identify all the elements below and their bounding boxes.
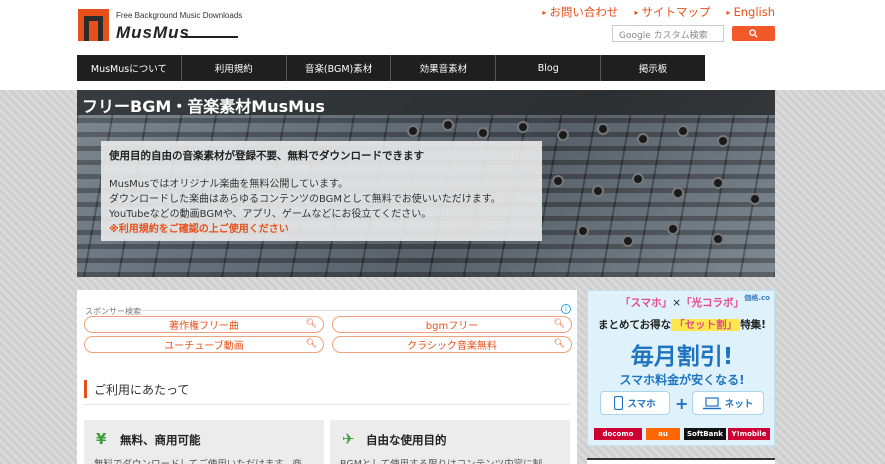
search-icon bbox=[749, 29, 758, 38]
search-button[interactable] bbox=[732, 26, 775, 41]
sitemap-link[interactable]: ▸ サイトマップ bbox=[634, 4, 710, 20]
nav-blog[interactable]: Blog bbox=[496, 55, 602, 81]
site-header: Free Background Music Downloads MusMus ▸… bbox=[0, 0, 885, 90]
sponsor-search-pill[interactable]: bgmフリー 🔍︎ bbox=[332, 316, 572, 333]
logo-tagline: Free Background Music Downloads bbox=[116, 11, 243, 20]
feature-desc: BGMとして使用する限りはコンテンツ内容に制 bbox=[340, 456, 542, 464]
hero-headline: 使用目的自由の音楽素材が登録不要、無料でダウンロードできます bbox=[109, 150, 424, 162]
caret-right-icon: ▸ bbox=[726, 7, 731, 17]
smartphone-icon bbox=[614, 396, 624, 410]
search-icon: 🔍︎ bbox=[305, 339, 317, 349]
nav-board[interactable]: 掲示板 bbox=[601, 55, 705, 81]
hero-title-bar: フリーBGM・音楽素材MusMus bbox=[77, 90, 775, 116]
nav-music[interactable]: 音楽(BGM)素材 bbox=[287, 55, 392, 81]
nav-terms[interactable]: 利用規約 bbox=[182, 55, 287, 81]
ad-plus: + bbox=[675, 394, 689, 413]
divider bbox=[137, 310, 561, 311]
carrier-logo: au bbox=[646, 428, 680, 440]
feature-card: ¥ 無料、商用可能 無料でダウンロードしてご使用いただけます。商 bbox=[84, 420, 324, 464]
logo-name: MusMus bbox=[116, 23, 190, 42]
carrier-logo: SoftBank bbox=[684, 428, 726, 440]
info-icon[interactable]: i bbox=[561, 304, 571, 314]
site-logo[interactable]: Free Background Music Downloads MusMus bbox=[78, 7, 242, 45]
feature-title: 無料、商用可能 bbox=[120, 433, 201, 447]
english-link[interactable]: ▸ English bbox=[726, 4, 775, 20]
feature-title: 自由な使用目的 bbox=[366, 433, 447, 447]
carrier-logo: docomo bbox=[594, 428, 642, 440]
sponsor-search-pill[interactable]: ユーチューブ動画 🔍︎ bbox=[84, 336, 324, 353]
feature-desc: 無料でダウンロードしてご使用いただけます。商 bbox=[94, 456, 302, 464]
search-icon: 🔍︎ bbox=[553, 319, 565, 329]
terms-warning-link[interactable]: ※利用規約をご確認の上ご使用ください bbox=[109, 220, 289, 235]
logo-underline bbox=[182, 36, 238, 38]
search-input[interactable]: Google カスタム検索 bbox=[612, 25, 724, 42]
feature-card: ✈ 自由な使用目的 BGMとして使用する限りはコンテンツ内容に制 bbox=[330, 420, 570, 464]
section-title: ご利用にあたって bbox=[84, 380, 189, 398]
hero-intro-card: 使用目的自由の音楽素材が登録不要、無料でダウンロードできます MusMusではオ… bbox=[101, 141, 542, 241]
hero-line: MusMusではオリジナル楽曲を無料公開しています。 bbox=[109, 179, 349, 190]
ad-banner[interactable]: 価格.co 「スマホ」×「光コラボ」 まとめてお得な 「セット割」 特集! 毎月割引… bbox=[587, 290, 775, 446]
divider bbox=[84, 404, 570, 405]
sponsor-search-pill[interactable]: クラシック音楽無料 🔍︎ bbox=[332, 336, 572, 353]
ad-headline: 毎月割引! bbox=[630, 344, 734, 370]
main-nav: MusMusについて 利用規約 音楽(BGM)素材 効果音素材 Blog 掲示板 bbox=[77, 55, 705, 81]
contact-link[interactable]: ▸ お問い合わせ bbox=[542, 4, 618, 20]
hero-line: YouTubeなどの動画BGMや、アプリ、ゲームなどにお役立てください。 bbox=[109, 209, 432, 220]
ad-option-internet: ネット bbox=[692, 391, 764, 415]
nav-about[interactable]: MusMusについて bbox=[77, 55, 182, 81]
ad-subheadline: スマホ料金が安くなる! bbox=[619, 373, 745, 387]
laptop-icon bbox=[702, 396, 721, 409]
ad-option-smartphone: スマホ bbox=[600, 391, 670, 415]
search-icon: 🔍︎ bbox=[305, 319, 317, 329]
caret-right-icon: ▸ bbox=[542, 7, 547, 17]
nav-sfx[interactable]: 効果音素材 bbox=[391, 55, 497, 81]
search-icon: 🔍︎ bbox=[553, 339, 565, 349]
sponsor-search-pill[interactable]: 著作権フリー曲 🔍︎ bbox=[84, 316, 324, 333]
main-content: スポンサー検索 i 著作権フリー曲 🔍︎ bgmフリー 🔍︎ ユーチューブ動画 🔍︎ … bbox=[77, 290, 577, 464]
hero-title: フリーBGM・音楽素材MusMus bbox=[82, 97, 325, 116]
paper-plane-icon: ✈ bbox=[342, 430, 355, 448]
carrier-logo: Y!mobile bbox=[728, 428, 770, 440]
yen-icon: ¥ bbox=[96, 430, 107, 448]
ad-top-line: 「スマホ」×「光コラボ」 bbox=[620, 297, 744, 309]
ad-sub-line: まとめてお得な 「セット割」 特集! bbox=[598, 319, 766, 331]
logo-mark-icon bbox=[78, 9, 109, 41]
next-widget-edge bbox=[587, 458, 775, 464]
top-links: ▸ お問い合わせ ▸ サイトマップ ▸ English bbox=[542, 4, 775, 20]
hero-line: ダウンロードした楽曲はあらゆるコンテンツのBGMとして無料でお使いいただけます。 bbox=[109, 194, 501, 205]
caret-right-icon: ▸ bbox=[634, 7, 639, 17]
